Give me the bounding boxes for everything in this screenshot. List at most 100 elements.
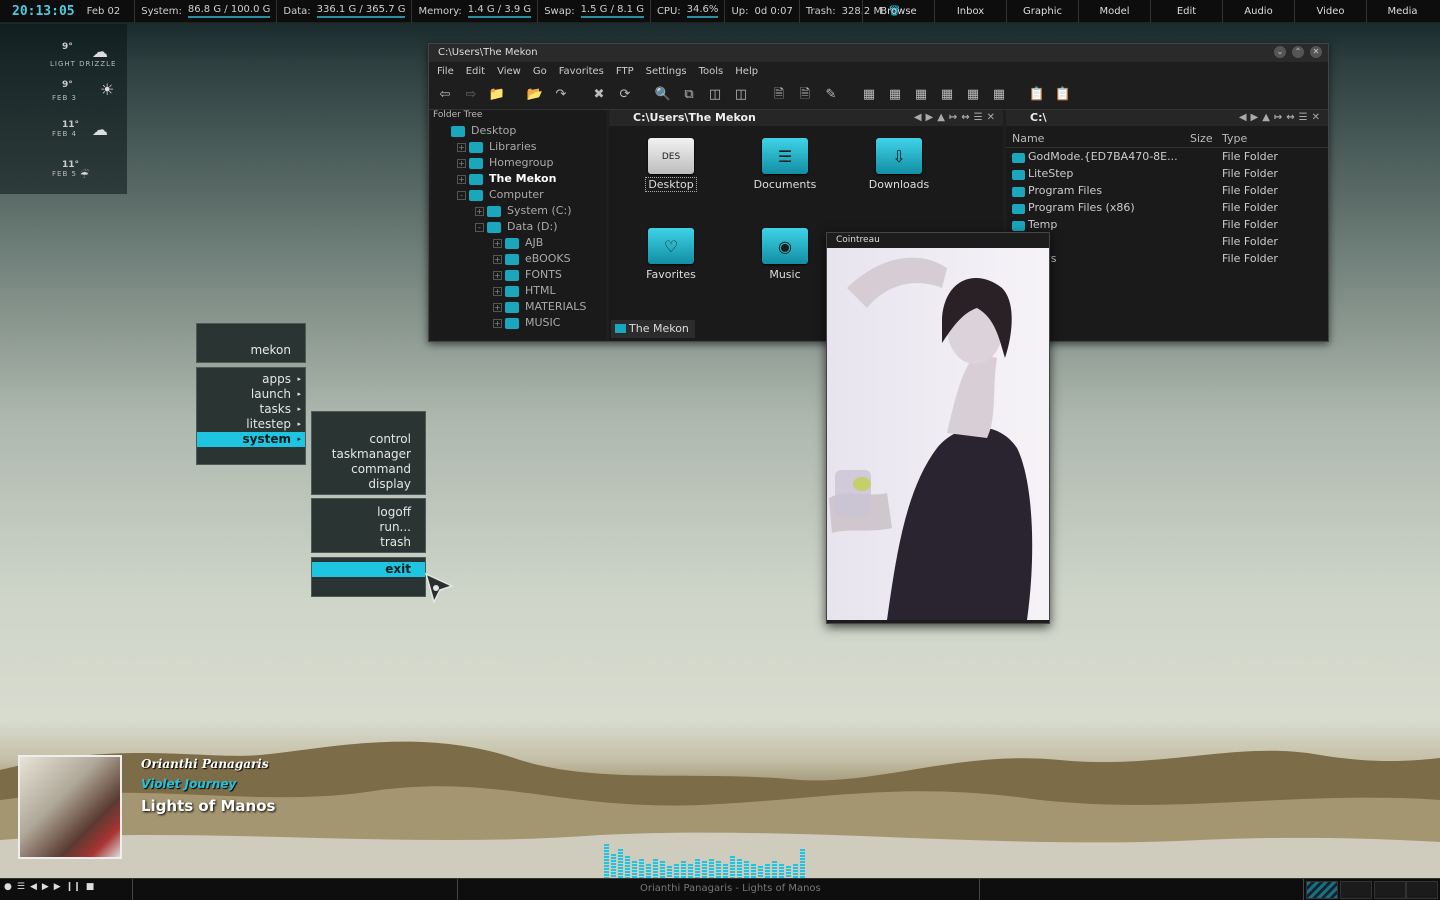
record-icon[interactable]: ● [4, 882, 12, 892]
menu-item-launch[interactable]: launch ▸ [197, 387, 305, 402]
properties-icon[interactable]: 📋 [1053, 85, 1073, 105]
view-icons-icon[interactable]: ▦ [911, 85, 931, 105]
menu-graphic[interactable]: Graphic [1006, 0, 1078, 23]
menu-help[interactable]: Help [735, 66, 758, 77]
tree-item[interactable]: - Computer [431, 187, 606, 203]
desktop-pager-1[interactable] [1306, 881, 1338, 899]
move-to-icon[interactable]: ↷ [551, 85, 571, 105]
menu-edit-ex[interactable]: Edit [466, 66, 485, 77]
folder-desktop[interactable]: DES Desktop [631, 138, 711, 192]
menu-file[interactable]: File [437, 66, 454, 77]
expand-toggle-icon[interactable]: + [457, 175, 466, 184]
expand-toggle-icon[interactable]: + [457, 143, 466, 152]
menu-go[interactable]: Go [533, 66, 547, 77]
menu-browse[interactable]: Browse [862, 0, 934, 23]
menu-item-exit[interactable]: exit [312, 562, 425, 577]
back-icon[interactable]: ⇦ [435, 85, 455, 105]
menu-item-control[interactable]: control [312, 432, 425, 447]
menu-audio[interactable]: Audio [1222, 0, 1294, 23]
expand-toggle-icon[interactable]: + [493, 271, 502, 280]
desktop-pager-4[interactable] [1406, 881, 1438, 899]
menu-inbox[interactable]: Inbox [934, 0, 1006, 23]
folder-favorites[interactable]: ♡ Favorites [631, 228, 711, 281]
pause-icon[interactable]: ❙❙ [66, 882, 81, 892]
refresh-icon[interactable]: ⟳ [615, 85, 635, 105]
tree-item[interactable]: + HTML [431, 283, 606, 299]
delete-icon[interactable]: ✖ [589, 85, 609, 105]
menu-item-system[interactable]: system ▸ [197, 432, 305, 447]
view-details-icon[interactable]: ▦ [963, 85, 983, 105]
tree-item[interactable]: + MUSIC [431, 315, 606, 331]
tree-item[interactable]: + The Mekon [431, 171, 606, 187]
forward-icon[interactable]: ⇨ [461, 85, 481, 105]
list-item[interactable]: Program Files (x86) File Folder [1006, 199, 1328, 216]
expand-toggle-icon[interactable]: + [493, 319, 502, 328]
list-item[interactable]: GodMode.{ED7BA470-8E... File Folder [1006, 148, 1328, 165]
menu-settings[interactable]: Settings [646, 66, 687, 77]
menu-edit[interactable]: Edit [1150, 0, 1222, 23]
tree-item[interactable]: + AJB [431, 235, 606, 251]
menu-item-run[interactable]: run... [312, 520, 425, 535]
tree-item[interactable]: - Data (D:) [431, 219, 606, 235]
expand-toggle-icon[interactable]: - [457, 191, 466, 200]
list-item[interactable]: Temp File Folder [1006, 216, 1328, 233]
find-icon[interactable]: 🔍 [653, 85, 673, 105]
view-list-icon[interactable]: ▦ [937, 85, 957, 105]
menu-item-apps[interactable]: apps ▸ [197, 372, 305, 387]
menu-item-taskmanager[interactable]: taskmanager [312, 447, 425, 462]
copy-to-icon[interactable]: ⧉ [679, 85, 699, 105]
maximize-icon[interactable]: ⌃ [1292, 46, 1304, 58]
menu-tools[interactable]: Tools [699, 66, 724, 77]
menu-favorites[interactable]: Favorites [559, 66, 604, 77]
document-icon[interactable]: 🗎 [769, 85, 789, 105]
tree-item[interactable]: + eBOOKS [431, 251, 606, 267]
expand-toggle-icon[interactable]: + [493, 255, 502, 264]
dual-pane-icon[interactable]: ◫ [731, 85, 751, 105]
menu-item-command[interactable]: command [312, 462, 425, 477]
column-size[interactable]: Size [1190, 132, 1222, 145]
expand-toggle-icon[interactable]: + [493, 239, 502, 248]
play-icon[interactable]: ▶ [42, 882, 49, 892]
next-icon[interactable]: ▶ [54, 882, 61, 892]
column-type[interactable]: Type [1222, 132, 1322, 145]
tree-item[interactable]: + Homegroup [431, 155, 606, 171]
rename-icon[interactable]: ✎ [821, 85, 841, 105]
expand-toggle-icon[interactable]: + [493, 287, 502, 296]
folder-music[interactable]: ◉ Music [745, 228, 825, 281]
menu-model[interactable]: Model [1078, 0, 1150, 23]
pane-nav-icons[interactable]: ◀▶▲↦↔☰✕ [914, 110, 999, 126]
close-icon[interactable]: ✕ [1310, 46, 1322, 58]
desktop-pager-3[interactable] [1374, 881, 1406, 899]
expand-toggle-icon[interactable]: - [475, 223, 484, 232]
tree-item[interactable]: + MATERIALS [431, 299, 606, 315]
tree-item[interactable]: + FONTS [431, 267, 606, 283]
tree-item[interactable]: Desktop [431, 123, 606, 139]
tree-item[interactable]: + Libraries [431, 139, 606, 155]
menu-item-trash[interactable]: trash [312, 535, 425, 550]
menu-item-litestep[interactable]: litestep ▸ [197, 417, 305, 432]
document-copy-icon[interactable]: 🗎 [795, 85, 815, 105]
menu-ftp[interactable]: FTP [616, 66, 634, 77]
view-thumbnails-icon[interactable]: ▦ [859, 85, 879, 105]
tab-the-mekon[interactable]: The Mekon [611, 320, 695, 338]
folder-documents[interactable]: ☰ Documents [745, 138, 825, 191]
menu-item-logoff[interactable]: logoff [312, 505, 425, 520]
expand-toggle-icon[interactable]: + [475, 207, 484, 216]
playlist-icon[interactable]: ☰ [17, 882, 25, 892]
menu-video[interactable]: Video [1294, 0, 1366, 23]
stop-icon[interactable]: ■ [86, 882, 95, 892]
pane-nav-icons[interactable]: ◀▶▲↦↔☰✕ [1239, 110, 1324, 126]
up-folder-icon[interactable]: 📁 [487, 85, 507, 105]
window-title-bar[interactable]: C:\Users\The Mekon ⌄ ⌃ ✕ [429, 44, 1328, 62]
menu-item-tasks[interactable]: tasks ▸ [197, 402, 305, 417]
list-item[interactable]: dowsFile Folder [1006, 250, 1328, 267]
menu-view[interactable]: View [497, 66, 521, 77]
list-item[interactable]: LiteStep File Folder [1006, 165, 1328, 182]
expand-toggle-icon[interactable]: + [457, 159, 466, 168]
minimize-icon[interactable]: ⌄ [1274, 46, 1286, 58]
view-power-icon[interactable]: ▦ [989, 85, 1009, 105]
previous-icon[interactable]: ◀ [30, 882, 37, 892]
menu-item-display[interactable]: display [312, 477, 425, 492]
expand-toggle-icon[interactable]: + [493, 303, 502, 312]
desktop-pager-2[interactable] [1340, 881, 1372, 899]
